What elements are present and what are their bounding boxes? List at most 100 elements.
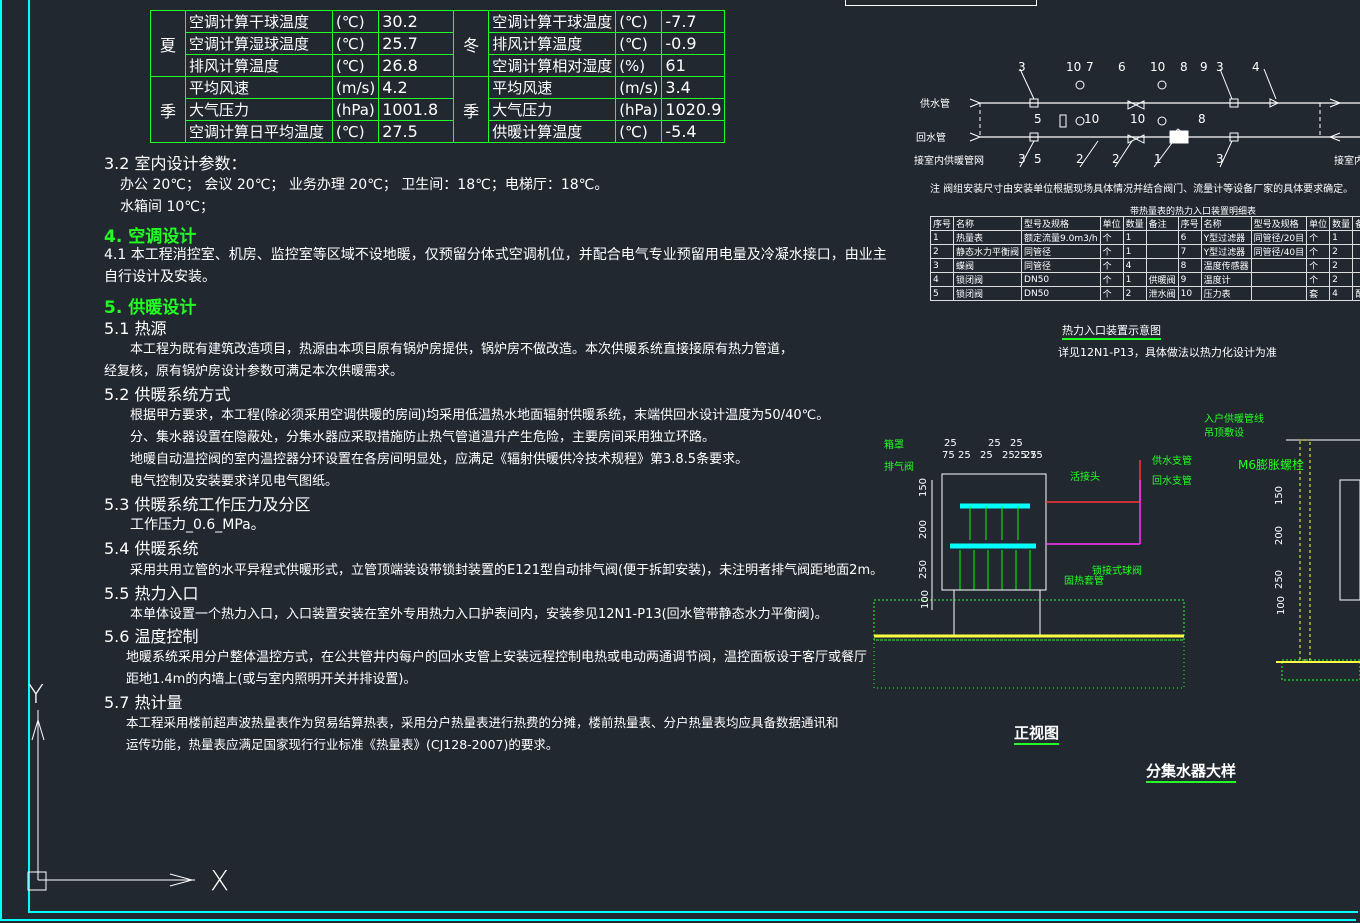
table-cell [1145,258,1179,273]
table-row: 季 平均风速 (m/s) 4.2 季 平均风速 (m/s) 3.4 [150,76,726,143]
table-row: 空调计算湿球温度 (℃) 25.7 排风计算温度 (℃) -0.9 [151,32,726,55]
dim-label: 25 [1014,450,1027,461]
table-cell: DN50 [1021,272,1101,287]
note-line: 地暖自动温控阀的室内温控器分环设置在各房间明显处，应满足《辐射供暖供冷技术规程》… [130,452,749,467]
return-branch-label: 回水支管 [1152,476,1192,487]
table-cell: 空调计算干球温度 [488,10,617,33]
table-header: 序号 [1177,216,1202,231]
dim-label: 100 [920,589,932,610]
ucs-x-label: X [210,864,230,897]
table-cell: 1020.9 [661,98,726,121]
table-cell: (℃) [615,10,663,33]
callout-label: 2 [1112,152,1120,166]
table-cell [1250,272,1308,287]
table-cell: 同管径 [1021,258,1101,273]
callout-label: 3 [1216,60,1224,74]
winter-label-2: 季 [453,76,490,143]
callout-label: 8 [1180,60,1188,74]
callout-label: 10 [1066,60,1082,74]
summer-label: 夏 [150,10,186,77]
table-header: 备 [1352,216,1360,231]
table-header: 序号 [929,216,955,231]
table-cell [1250,286,1308,301]
table-cell: 7 [1177,244,1202,259]
table-cell: 2 [1329,244,1354,259]
cover-label: 箱罩 [884,440,904,451]
table-cell: 个 [1306,244,1331,259]
table-cell: -5.4 [661,120,726,143]
table-header: 名称 [953,216,1023,231]
table-cell: 1 [1122,244,1147,259]
table-header: 备注 [1145,216,1179,231]
dim-label: 75 [1030,450,1043,461]
table-cell: 3 [929,258,955,273]
table-cell: 供暖阀 [1145,272,1179,287]
table-cell: 平均风速 [185,76,333,99]
table-header: 单位 [1099,216,1124,231]
dim-label: 25 [944,438,957,449]
section-5-1-title: 5.1 热源 [104,319,167,338]
table-cell: 同管径/20目 [1250,230,1308,245]
table-row: 排风计算温度 (℃) 26.8 空调计算相对湿度 (%) 61 [151,54,726,77]
callout-label: 8 [1198,112,1206,126]
table-cell [1145,244,1179,259]
table-cell: 温度计 [1200,272,1252,287]
table-cell: 泄水阀 [1145,286,1179,301]
title-block-fragment [845,0,1037,6]
table-cell: 27.5 [378,120,455,143]
table-cell: 6 [1177,230,1202,245]
table-row: 夏 空调计算干球温度 (℃) 30.2 冬 空调计算干球温度 (℃) -7.7 [150,10,726,77]
note-line: 根据甲方要求，本工程(除必须采用空调供暖的房间)均采用低温热水地面辐射供暖系统，… [130,408,830,423]
supply-pipe-label: 供水管 [920,99,950,110]
table-cell: (m/s) [615,76,663,99]
table-cell: 锁闭阀 [953,286,1023,301]
table-cell: 排风计算温度 [185,54,333,77]
note-line: 自行设计及安装。 [104,269,216,285]
table-cell: (hPa) [615,98,663,121]
callout-label: 2 [1076,152,1084,166]
callout-label: 5 [1034,112,1042,126]
table-row: 大气压力 (hPa) 1001.8 大气压力 (hPa) 1020.9 [151,98,726,121]
note-line: 采用共用立管的水平异程式供暖形式，立管顶端装设带锁封装置的E121型自动排气阀(… [130,563,884,578]
sleeve-label: 固热套管 [1064,576,1104,587]
table-cell [1352,244,1360,259]
table-cell: 排风计算温度 [488,32,617,55]
table-cell: 蝶阀 [953,258,1023,273]
table-header: 数量 [1122,216,1147,231]
inlet-note: 注 阀组安装尺寸由安装单位根据现场具体情况并结合阀门、流量计等设备厂家的具体要求… [930,184,1354,195]
table-cell [1352,272,1360,287]
front-view-title: 正视图 [1014,722,1060,745]
section-5-3-title: 5.3 供暖系统工作压力及分区 [104,495,311,514]
expansion-bolt-label: M6膨胀螺栓 [1238,458,1304,472]
table-cell [1145,230,1179,245]
note-line: 本单体设置一个热力入口，入口装置安装在室外专用热力入口护表间内，安装参见12N1… [130,607,828,622]
table-cell: (℃) [331,32,380,55]
table-cell: 8 [1177,258,1202,273]
table-cell: 1 [1329,230,1354,245]
table-header: 型号及规格 [1250,216,1308,231]
table-cell: 4 [1329,286,1354,301]
table-cell: (hPa) [331,98,380,121]
note-line: 本工程为既有建筑改造项目，热源由本项目原有锅炉房提供，锅炉房不做改造。本次供暖系… [130,342,794,357]
table-cell: 30.2 [378,10,455,33]
table-cell: Y型过滤器 [1200,244,1252,259]
table-cell: 2 [1329,258,1354,273]
table-cell: 大气压力 [488,98,617,121]
table-cell: (℃) [331,10,380,33]
note-line: 经复核，原有锅炉房设计参数可满足本次供暖需求。 [104,364,404,379]
note-line: 办公 20℃； 会议 20℃； 业务办理 20℃； 卫生间：18℃；电梯厅：18… [120,177,609,193]
ceiling-laying-label: 吊顶敷设 [1204,428,1244,439]
table-row: 空调计算日平均温度 (℃) 27.5 供暖计算温度 (℃) -5.4 [151,120,726,143]
entry-pipe-label: 入户供暖管线 [1204,414,1264,425]
inlet-caption: 热力入口装置示意图 [1062,322,1161,340]
table-cell: 1 [929,230,955,245]
callout-label: 9 [1200,60,1208,74]
table-cell: 配套 [1352,286,1360,301]
table-cell: 3.4 [661,76,726,99]
callout-label: 3 [1018,152,1026,166]
note-line: 4.1 本工程消控室、机房、监控室等区域不设地暖，仅预留分体式空调机位，并配合电… [104,247,887,263]
table-cell: 压力表 [1200,286,1252,301]
dim-label: 250 [1274,569,1286,590]
table-cell: 热量表 [953,230,1023,245]
note-line: 电气控制及安装要求详见电气图纸。 [130,474,339,489]
